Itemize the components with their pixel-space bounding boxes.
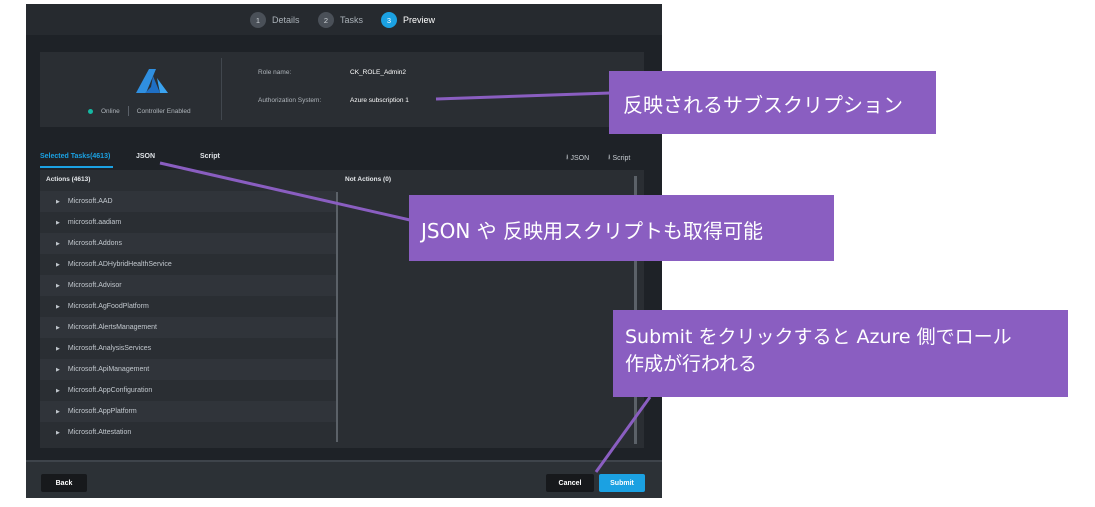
- callout-submit-line2: 作成が行われる: [625, 353, 758, 375]
- callout-subscription: 反映されるサブスクリプション: [609, 71, 936, 134]
- callout-json-script-text: JSON や 反映用スクリプトも取得可能: [421, 219, 764, 243]
- callout-submit: Submit をクリックすると Azure 側でロール 作成が行われる: [613, 310, 1068, 397]
- callout-submit-line1: Submit をクリックすると Azure 側でロール: [625, 326, 1012, 348]
- callout-subscription-text: 反映されるサブスクリプション: [623, 93, 903, 117]
- connector-submit: [594, 396, 652, 473]
- connector-subscription: [435, 91, 611, 101]
- connector-json: [159, 161, 411, 222]
- callout-json-script: JSON や 反映用スクリプトも取得可能: [409, 195, 834, 261]
